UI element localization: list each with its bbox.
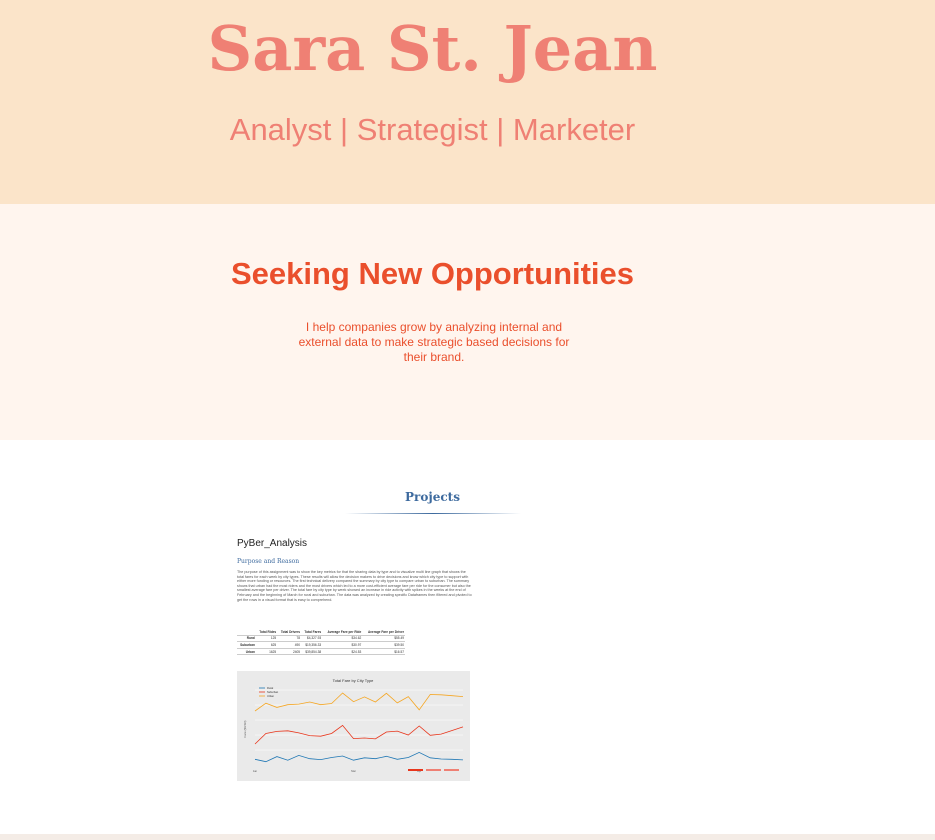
projects-divider xyxy=(345,513,521,514)
table-cell: Urban xyxy=(237,648,256,656)
table-row: Urban 1625 2405 $39,854.38 $24.53 $16.57 xyxy=(237,648,405,656)
fare-line-chart: Total Fare by City Type Fare ($USD) Rura… xyxy=(237,671,470,781)
project-card-paragraph: The purpose of this assignment was to sh… xyxy=(237,570,472,602)
intro-text: I help companies grow by analyzing inter… xyxy=(298,320,570,364)
table-cell: $24.53 xyxy=(322,648,363,656)
table-row: Rural 125 78 $4,327.93 $34.62 $55.49 xyxy=(237,635,405,643)
toolbar-bar xyxy=(444,769,459,771)
chart-title: Total Fare by City Type xyxy=(333,678,375,683)
footer-strip xyxy=(0,834,935,840)
legend-label: Rural xyxy=(267,686,274,690)
table-row: Suburban 625 490 $19,356.33 $30.97 $39.5… xyxy=(237,641,405,649)
legend-label: Suburban xyxy=(267,690,279,694)
projects-section: Projects PyBer_Analysis Purpose and Reas… xyxy=(0,440,935,834)
toolbar-bar xyxy=(408,769,423,771)
legend-label: Urban xyxy=(267,694,275,698)
chart-ylabel: Fare ($USD) xyxy=(243,720,247,737)
intro-section: Seeking New Opportunities I help compani… xyxy=(0,204,935,440)
table-cell: $34.62 xyxy=(322,635,363,643)
table-cell: $16.57 xyxy=(362,648,405,656)
table-cell: Rural xyxy=(237,635,256,643)
hero-banner: Sara St. Jean Analyst | Strategist | Mar… xyxy=(0,0,935,204)
table-cell: 78 xyxy=(277,635,302,643)
hero-name: Sara St. Jean xyxy=(207,12,658,85)
table-cell: 2405 xyxy=(277,648,302,656)
table-cell: $39.50 xyxy=(362,641,405,649)
x-tick-label: Mar xyxy=(351,769,356,773)
intro-title: Seeking New Opportunities xyxy=(230,256,635,291)
table-cell: $30.97 xyxy=(322,641,363,649)
table-cell: 490 xyxy=(277,641,302,649)
table-cell: $39,854.38 xyxy=(301,648,323,656)
project-card-title[interactable]: PyBer_Analysis xyxy=(237,538,307,549)
summary-table: Total Rides Total Drivers Total Fares Av… xyxy=(237,629,405,656)
table-cell: $4,327.93 xyxy=(301,635,323,643)
hero-subtitle: Analyst | Strategist | Marketer xyxy=(229,112,636,147)
table-cell: 625 xyxy=(255,641,278,649)
project-card-subtitle: Purpose and Reason xyxy=(237,558,300,565)
projects-title: Projects xyxy=(405,490,460,504)
table-cell: $19,356.33 xyxy=(301,641,323,649)
table-cell: $55.49 xyxy=(362,635,405,643)
table-cell: 1625 xyxy=(255,648,278,656)
table-cell: 125 xyxy=(255,635,278,643)
table-cell: Suburban xyxy=(237,641,256,649)
toolbar-bar xyxy=(426,769,441,771)
project-card-pyber[interactable]: PyBer_Analysis Purpose and Reason The pu… xyxy=(237,538,472,781)
x-tick-label: Jan xyxy=(253,769,258,773)
chart-toolbar xyxy=(408,769,459,771)
